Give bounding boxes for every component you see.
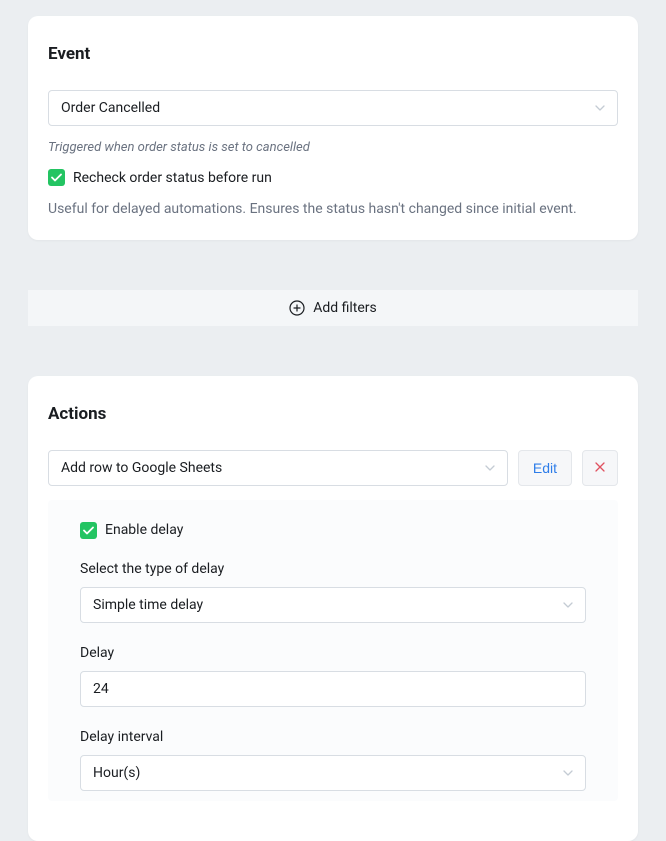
action-row: Add row to Google Sheets Edit <box>48 450 618 486</box>
delay-interval-select[interactable]: Hour(s) <box>80 755 586 791</box>
chevron-down-icon <box>485 463 495 473</box>
add-filters-button[interactable]: Add filters <box>28 290 638 326</box>
chevron-down-icon <box>563 600 573 610</box>
delay-type-value: Simple time delay <box>93 597 203 613</box>
enable-delay-checkbox <box>80 522 97 539</box>
chevron-down-icon <box>595 103 605 113</box>
chevron-down-icon <box>563 768 573 778</box>
recheck-checkbox-row[interactable]: Recheck order status before run <box>48 169 618 186</box>
action-select-value: Add row to Google Sheets <box>61 460 222 476</box>
delay-input[interactable] <box>80 671 586 707</box>
event-help-text: Triggered when order status is set to ca… <box>48 140 618 155</box>
recheck-checkbox <box>48 169 65 186</box>
delay-type-field: Select the type of delay Simple time del… <box>80 561 586 623</box>
event-card: Event Order Cancelled Triggered when ord… <box>28 16 638 240</box>
add-filters-label: Add filters <box>313 300 377 316</box>
delay-field: Delay <box>80 645 586 707</box>
event-select-value: Order Cancelled <box>61 100 160 116</box>
actions-title: Actions <box>48 404 618 424</box>
enable-delay-label: Enable delay <box>105 522 183 538</box>
enable-delay-row[interactable]: Enable delay <box>80 522 586 539</box>
actions-card: Actions Add row to Google Sheets Edit En… <box>28 376 638 841</box>
action-select[interactable]: Add row to Google Sheets <box>48 450 508 486</box>
delay-label: Delay <box>80 645 586 661</box>
delay-type-select[interactable]: Simple time delay <box>80 587 586 623</box>
event-description: Useful for delayed automations. Ensures … <box>48 200 618 220</box>
plus-circle-icon <box>289 300 305 316</box>
recheck-label: Recheck order status before run <box>73 170 272 186</box>
event-title: Event <box>48 44 618 64</box>
edit-label: Edit <box>533 460 557 476</box>
delay-type-label: Select the type of delay <box>80 561 586 577</box>
delay-interval-label: Delay interval <box>80 729 586 745</box>
close-icon <box>595 460 605 475</box>
event-select[interactable]: Order Cancelled <box>48 90 618 126</box>
delay-interval-field: Delay interval Hour(s) <box>80 729 586 791</box>
delay-interval-value: Hour(s) <box>93 765 140 781</box>
delete-button[interactable] <box>582 450 618 486</box>
delay-panel: Enable delay Select the type of delay Si… <box>48 500 618 801</box>
edit-button[interactable]: Edit <box>518 450 572 486</box>
